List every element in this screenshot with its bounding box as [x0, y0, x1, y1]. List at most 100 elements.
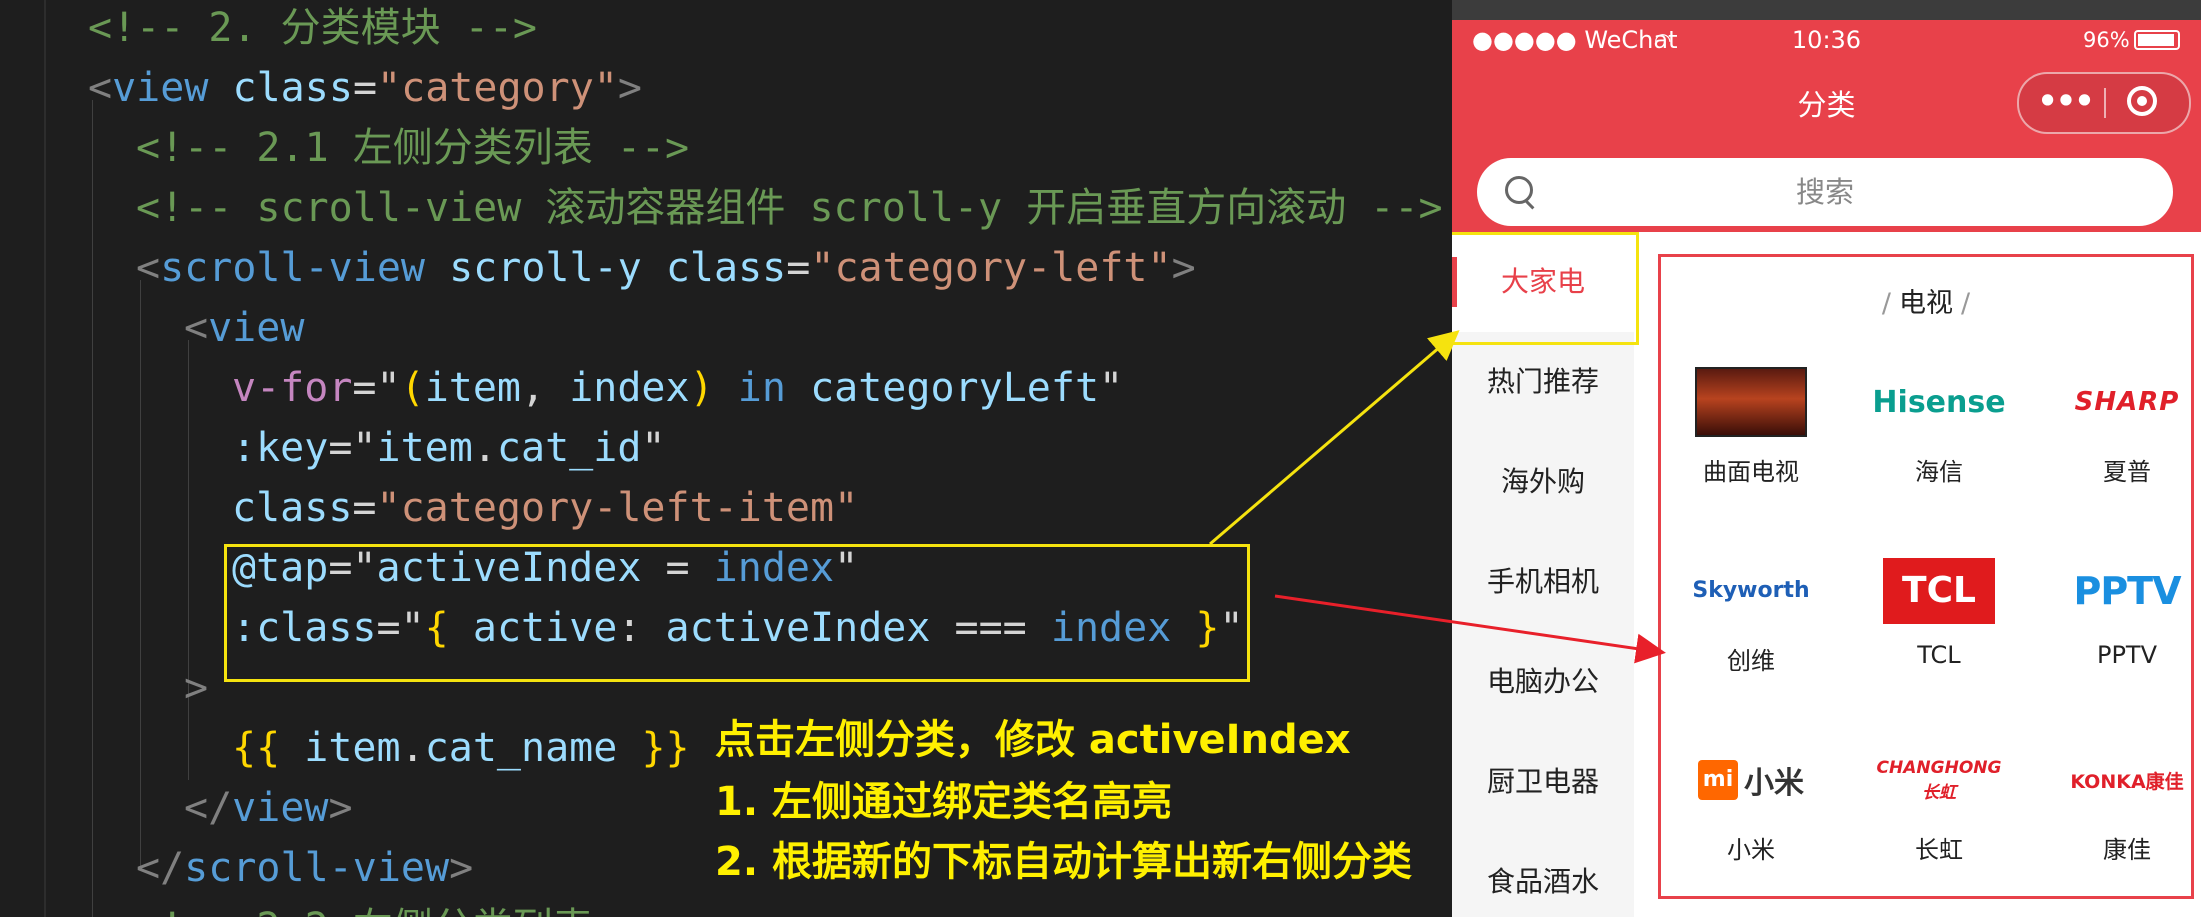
- left-category-item[interactable]: 电脑办公: [1452, 632, 1634, 732]
- brand-item[interactable]: CHANGHONG长虹 长虹: [1851, 725, 2027, 885]
- changhong-logo: CHANGHONG长虹: [1874, 745, 2004, 815]
- left-category-item[interactable]: 厨卫电器: [1452, 732, 1634, 832]
- category-right-panel: / 电视 / 曲面电视 Hisense 海信 SHARP 夏普 Skyworth 创维 TCL TC…: [1658, 254, 2194, 899]
- code-token: <!-- 2. 分类模块 -->: [88, 5, 537, 51]
- editor-gutter: [44, 0, 46, 917]
- code-token: <: [136, 245, 161, 291]
- right-title-text: 电视: [1899, 288, 1953, 319]
- indent-guide: [140, 280, 141, 870]
- brand-logo-mark: [1695, 367, 1807, 437]
- more-icon[interactable]: •••: [2035, 82, 2095, 120]
- code-token: >: [449, 845, 474, 891]
- tcl-logo: TCL: [1874, 556, 2004, 626]
- code-line: class="category-left-item": [232, 478, 858, 538]
- code-token: <: [88, 65, 113, 111]
- brand-name: 曲面电视: [1703, 458, 1799, 486]
- code-token: in: [737, 365, 786, 411]
- konka-logo: KONKA康佳: [2062, 745, 2192, 815]
- battery-icon: [2134, 30, 2180, 50]
- close-target-icon[interactable]: [2127, 86, 2157, 116]
- battery-text: 96%: [2083, 28, 2130, 52]
- brand-name: 小米: [1727, 836, 1775, 864]
- search-placeholder: 搜索: [1795, 175, 1854, 209]
- code-token: :key: [232, 425, 329, 471]
- mi-logo: mi 小米: [1686, 745, 1816, 815]
- code-line: <!-- 2.1 左侧分类列表 -->: [136, 118, 689, 178]
- left-category-item[interactable]: 食品酒水: [1452, 832, 1634, 917]
- brand-item[interactable]: KONKA康佳康佳: [2039, 725, 2201, 885]
- brand-name: 夏普: [2103, 458, 2151, 486]
- left-category-item[interactable]: 热门推荐: [1452, 332, 1634, 432]
- simulator-top-strip: [1452, 0, 2201, 20]
- brand-logo-mark: PPTV: [2073, 569, 2181, 613]
- code-token: view: [208, 305, 305, 351]
- code-token: </: [136, 845, 185, 891]
- brand-item[interactable]: PPTV PPTV: [2039, 536, 2201, 696]
- title-separator-left: /: [1881, 288, 1891, 319]
- code-token: =": [328, 425, 377, 471]
- annotation-line-1: 点击左侧分类，修改 activeIndex: [715, 717, 1351, 763]
- mi-square-icon: mi: [1698, 760, 1738, 800]
- left-category-item[interactable]: 海外购: [1452, 432, 1634, 532]
- code-token: scroll-y: [449, 245, 642, 291]
- hisense-logo: Hisense: [1872, 367, 2006, 437]
- code-token: scroll-view: [184, 845, 450, 891]
- capsule-divider: [2104, 88, 2106, 118]
- brand-item[interactable]: SHARP 夏普: [2039, 347, 2201, 507]
- code-line: <!-- 2. 分类模块 -->: [88, 0, 537, 58]
- brand-logo-mark: Hisense: [1872, 384, 2006, 420]
- brand-item[interactable]: 曲面电视: [1663, 347, 1839, 507]
- mi-logo-text: 小米: [1744, 766, 1804, 801]
- code-token: ": [641, 425, 666, 471]
- brand-logo-mark: KONKA康佳: [2070, 770, 2184, 793]
- brand-logo-mark: CHANGHONG长虹: [1876, 757, 2002, 803]
- search-input[interactable]: 搜索: [1477, 158, 2173, 226]
- code-token: ): [689, 365, 714, 411]
- code-editor[interactable]: <!-- 2. 分类模块 --> <view class="category"> <…: [0, 0, 1452, 917]
- title-separator-right: /: [1961, 288, 1971, 319]
- code-token: categoryLeft: [810, 365, 1100, 411]
- tap-class-highlight-box: [224, 544, 1250, 682]
- phone-simulator: ●●●●● WeChat ◠ 10:36 96% 分类 ••• 搜索 大家电 热门…: [1452, 0, 2201, 917]
- code-line: <!-- scroll-view 滚动容器组件 scroll-y 开启垂直方向滚…: [136, 178, 1443, 238]
- skyworth-logo: Skyworth: [1686, 556, 1816, 626]
- indent-guide: [92, 100, 93, 917]
- code-token: >: [1171, 245, 1196, 291]
- code-token: =": [352, 365, 401, 411]
- code-token: <: [184, 305, 209, 351]
- code-token: =: [786, 245, 811, 291]
- code-token: </: [184, 785, 233, 831]
- brand-logo-mark: SHARP: [2074, 387, 2180, 417]
- brand-name: 康佳: [2103, 836, 2151, 864]
- active-item-highlight-box: [1452, 232, 1639, 345]
- brand-item[interactable]: mi 小米 小米: [1663, 725, 1839, 885]
- code-line: v-for="(item, index) in categoryLeft": [232, 358, 1123, 418]
- code-line: </view>: [184, 778, 353, 838]
- brand-item[interactable]: Hisense 海信: [1851, 347, 2027, 507]
- mini-program-capsule[interactable]: •••: [2017, 72, 2191, 134]
- brand-item[interactable]: TCL TCL: [1851, 536, 2027, 696]
- code-token: index: [569, 365, 690, 411]
- annotation-line-2: 1. 左侧通过绑定类名高亮: [715, 779, 1172, 825]
- code-line: >: [184, 658, 208, 718]
- left-category-item[interactable]: 手机相机: [1452, 532, 1634, 632]
- code-token: cat_id: [496, 425, 642, 471]
- code-line: <scroll-view scroll-y class="category-le…: [136, 238, 1196, 298]
- code-token: item: [304, 725, 401, 771]
- code-token: .: [400, 725, 425, 771]
- code-token: item: [424, 365, 522, 411]
- brand-name: 海信: [1915, 458, 1963, 486]
- code-token: =: [352, 485, 377, 531]
- code-token: {{: [232, 725, 281, 771]
- code-token: ,: [521, 365, 570, 411]
- code-token: >: [184, 665, 209, 711]
- code-token: class: [232, 485, 353, 531]
- code-token: view: [112, 65, 209, 111]
- status-bar: ●●●●● WeChat ◠ 10:36 96%: [1452, 22, 2201, 64]
- brand-item[interactable]: Skyworth 创维: [1663, 536, 1839, 696]
- code-token: "category": [377, 65, 618, 111]
- code-line: <view: [184, 298, 304, 358]
